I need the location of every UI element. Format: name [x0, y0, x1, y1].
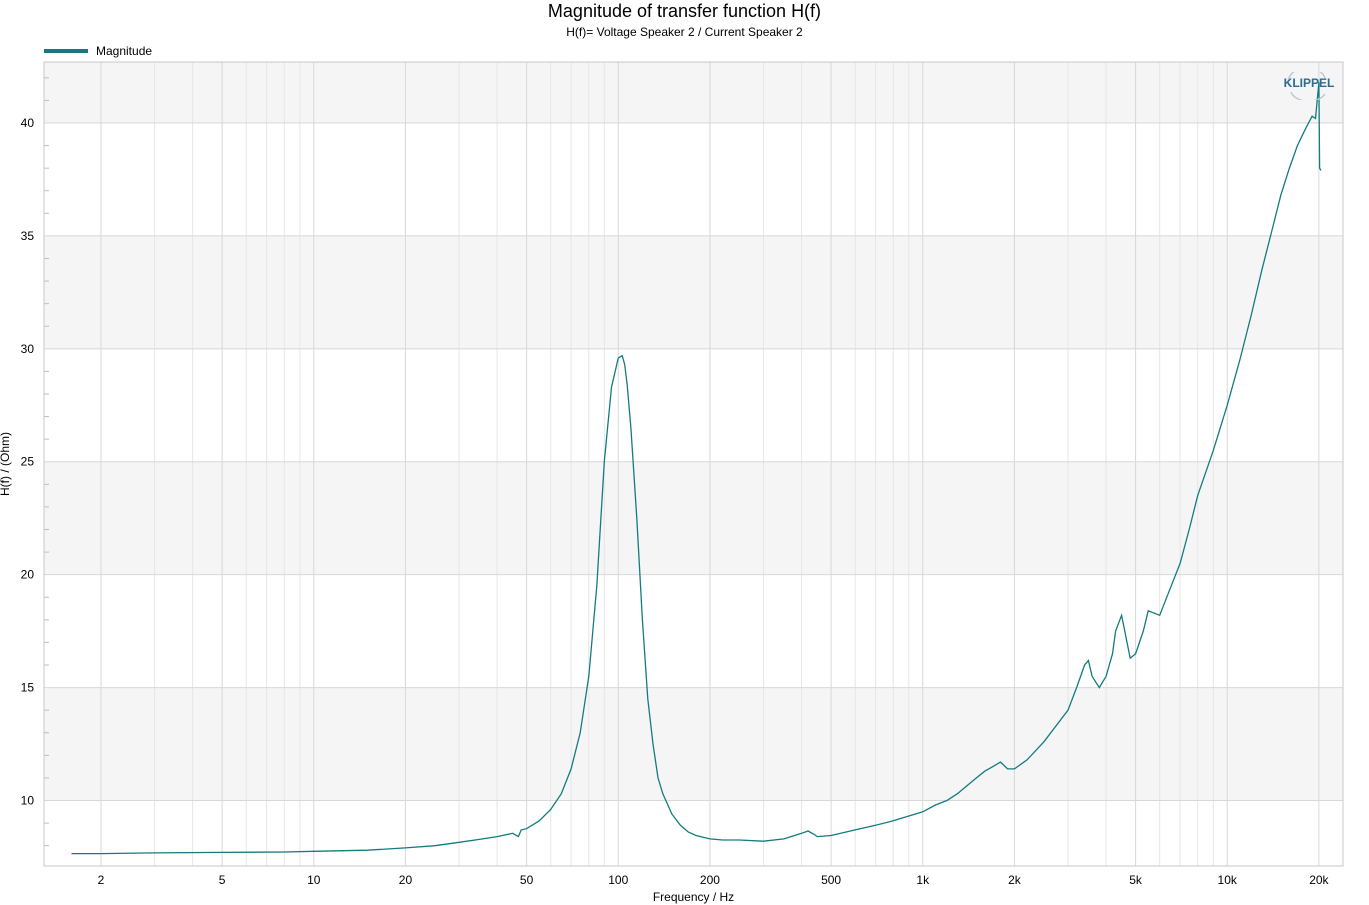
- x-tick-label: 50: [520, 873, 534, 887]
- plot-band: [44, 122, 1343, 236]
- svg-text:KLIPPEL: KLIPPEL: [1284, 76, 1335, 90]
- x-tick-label: 2k: [1008, 873, 1022, 887]
- y-tick-label: 25: [21, 455, 35, 469]
- x-tick-label: 2: [98, 873, 105, 887]
- plot-band: [44, 574, 1343, 688]
- y-tick-label: 30: [21, 342, 35, 356]
- x-tick-label: 5: [219, 873, 226, 887]
- x-tick-label: 20: [399, 873, 413, 887]
- x-tick-label: 1k: [916, 873, 930, 887]
- x-tick-label: 20k: [1309, 873, 1329, 887]
- plot-area: 10152025303540 2 5 10 20 50 100 200 500 1k 2k 5k 10…: [0, 61, 1344, 904]
- x-tick-labels: 2 5 10 20 50 100 200 500 1k 2k 5k 10k 20k: [98, 873, 1330, 887]
- klippel-logo: KLIPPEL: [1284, 72, 1335, 100]
- plot-band: [44, 800, 1343, 866]
- x-axis-label: Frequency / Hz: [653, 890, 734, 904]
- plot-band: [44, 461, 1343, 575]
- y-tick-label: 40: [21, 116, 35, 130]
- x-tick-label: 200: [700, 873, 720, 887]
- y-tick-label: 15: [21, 681, 35, 695]
- plot-bands: [44, 62, 1343, 866]
- plot-band: [44, 62, 1343, 123]
- plot-band: [44, 235, 1343, 349]
- plot-band: [44, 348, 1343, 462]
- y-tick-label: 20: [21, 568, 35, 582]
- y-tick-label: 35: [21, 229, 35, 243]
- y-axis-label: H(f) / (Ohm): [0, 432, 12, 496]
- x-tick-label: 100: [608, 873, 628, 887]
- y-tick-labels: 10 15 20 25 30 35 40: [21, 116, 35, 808]
- x-tick-label: 500: [821, 873, 841, 887]
- y-tick-label: 10: [21, 794, 35, 808]
- x-tick-label: 5k: [1129, 873, 1143, 887]
- x-tick-label: 10k: [1218, 873, 1238, 887]
- plot-band: [44, 687, 1343, 801]
- x-tick-label: 10: [307, 873, 321, 887]
